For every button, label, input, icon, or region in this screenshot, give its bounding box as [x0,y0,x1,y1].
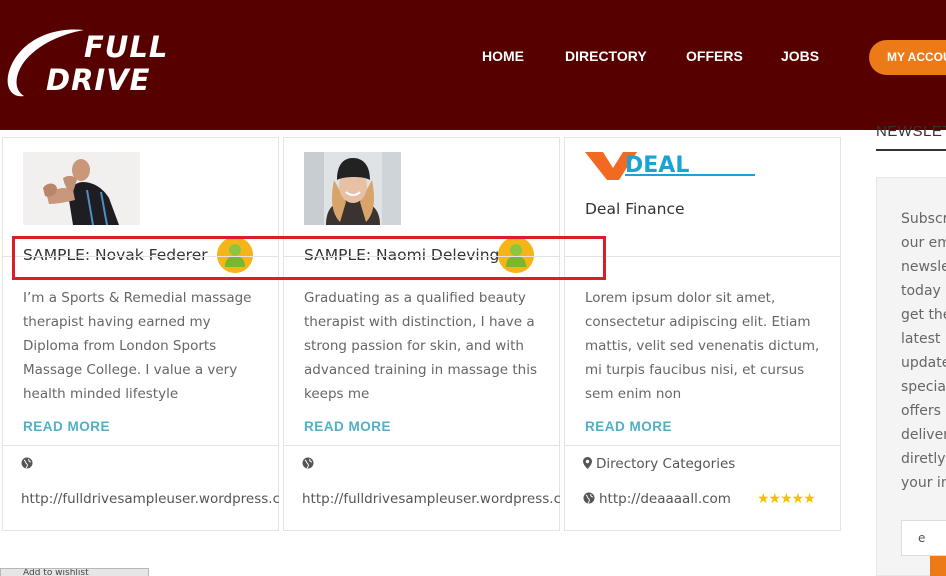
logo-text-full: FULL [84,30,169,64]
my-account-button[interactable]: MY ACCOUNT [869,40,946,75]
page: FULL DRIVE HOME DIRECTORY OFFERS JOBS MY… [0,0,946,576]
globe-icon [583,492,595,504]
newsletter-underline [876,149,946,151]
website-row[interactable]: http://deaaaall.com [583,491,753,507]
nav-directory[interactable]: DIRECTORY [565,48,647,64]
globe-icon [21,457,33,469]
listing-card: SAMPLE: Naomi Delevingne Graduating as a… [283,137,560,531]
full-drive-logo[interactable]: FULL DRIVE [6,24,176,102]
divider [3,445,278,446]
listing-description: Lorem ipsum dolor sit amet, consectetur … [585,290,820,402]
rating-stars: ★★★★★ [757,491,816,507]
newsletter-text: Subscr our em newsle today a get the lat… [901,211,946,491]
site-header: FULL DRIVE HOME DIRECTORY OFFERS JOBS MY… [0,0,946,130]
divider [565,256,840,257]
nav-jobs[interactable]: JOBS [781,48,819,64]
website-link[interactable]: http://deaaaall.com [599,491,731,507]
read-more-link[interactable]: READ MORE [304,419,391,434]
listing-description: I’m a Sports & Remedial massage therapis… [23,290,252,402]
read-more-link[interactable]: READ MORE [585,419,672,434]
globe-icon [302,457,314,469]
divider [284,445,559,446]
highlight-box [12,236,606,280]
listing-photo[interactable] [304,152,401,225]
category-row [302,456,318,472]
map-pin-icon [583,457,592,469]
deal-logo[interactable]: DEAL [585,150,760,190]
listing-title[interactable]: Deal Finance [585,200,781,218]
website-link[interactable]: http://fulldrivesampleuser.wordpress.com [21,491,279,507]
category-row[interactable]: Directory Categories [583,456,735,472]
nav-offers[interactable]: OFFERS [686,48,743,64]
newsletter-email-input[interactable]: e [901,520,946,556]
newsletter-title: NEWSLETTER [876,123,946,140]
divider [565,445,840,446]
nav-home[interactable]: HOME [482,48,524,64]
wishlist-button[interactable]: Add to wishlist [0,568,149,576]
listing-card: SAMPLE: Novak Federer I’m a Sports & Rem… [2,137,279,531]
category-row [21,456,37,472]
category-link[interactable]: Directory Categories [596,456,735,472]
logo-text-drive: DRIVE [46,63,151,97]
website-link[interactable]: http://fulldrivesampleuser.wordpress.com [302,491,560,507]
listing-card: DEAL Deal Finance Lorem ipsum dolor sit … [564,137,841,531]
listing-photo[interactable] [23,152,140,225]
subscribe-button[interactable] [930,556,946,576]
listing-description: Graduating as a qualified beauty therapi… [304,290,538,402]
read-more-link[interactable]: READ MORE [23,419,110,434]
